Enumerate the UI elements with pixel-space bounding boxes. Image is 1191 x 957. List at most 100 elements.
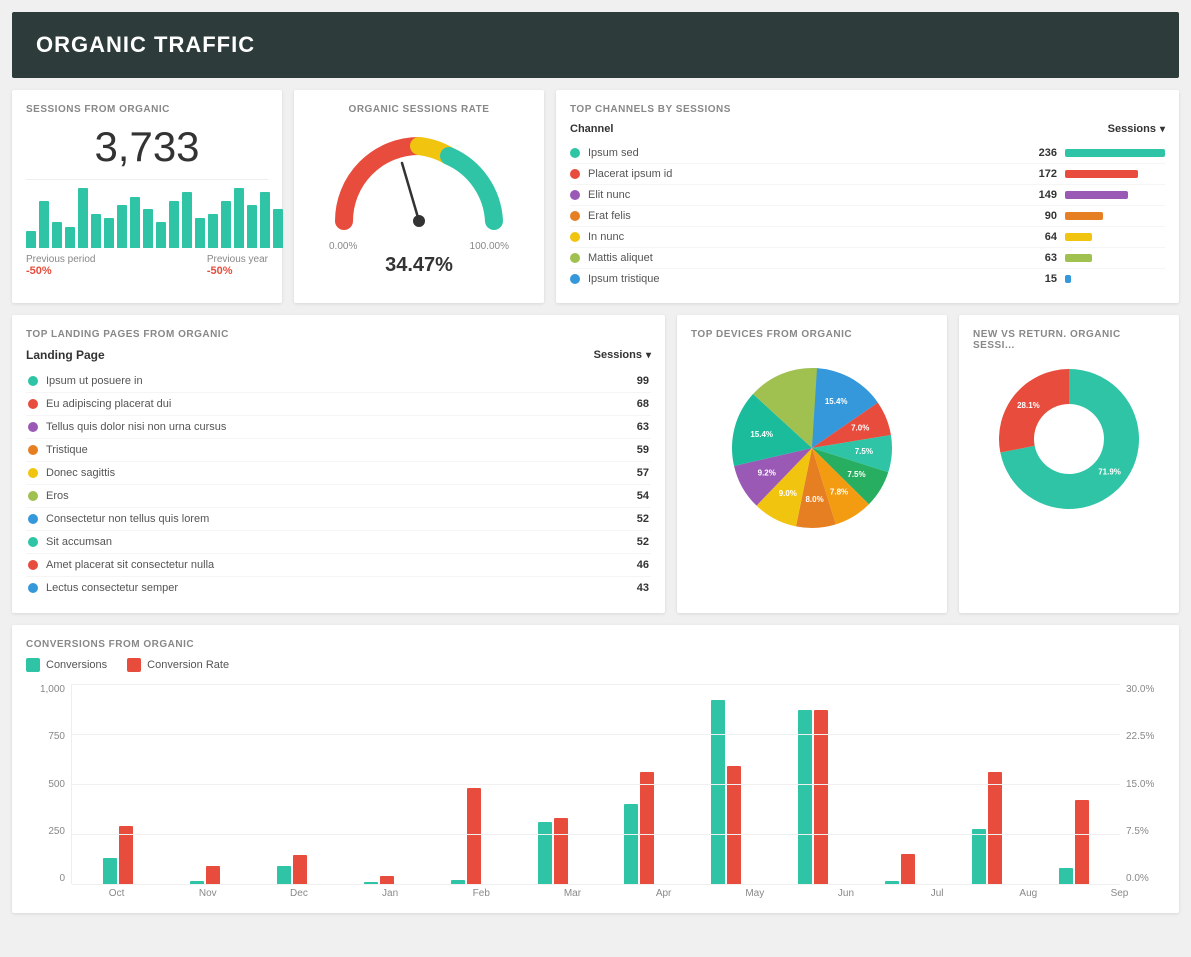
y-axis-label: 250: [48, 826, 65, 837]
x-label: May: [709, 888, 800, 899]
landing-name: Donec sagittis: [46, 467, 637, 479]
mini-bar: [104, 218, 114, 248]
gauge-container: [329, 131, 509, 241]
channels-sessions-col[interactable]: Sessions ▾: [1108, 123, 1165, 135]
channel-dot: [570, 232, 580, 242]
landing-row: Tellus quis dolor nisi non urna cursus 6…: [26, 416, 651, 439]
landing-page-col: Landing Page: [26, 348, 105, 362]
landing-row: Donec sagittis 57: [26, 462, 651, 485]
landing-dot: [28, 399, 38, 409]
svg-text:71.9%: 71.9%: [1098, 467, 1121, 476]
previous-period-label: Previous period: [26, 254, 95, 265]
channel-bar-wrap: [1065, 233, 1165, 241]
channel-bar: [1065, 233, 1092, 241]
mini-bar: [208, 214, 218, 248]
svg-text:9.2%: 9.2%: [758, 469, 776, 478]
x-label: Oct: [71, 888, 162, 899]
landing-name: Sit accumsan: [46, 536, 637, 548]
channel-row: Ipsum sed 236: [570, 143, 1165, 164]
landing-card-title: TOP LANDING PAGES FROM ORGANIC: [26, 329, 651, 340]
y-axis-right-label: 30.0%: [1126, 684, 1154, 695]
legend-item: Conversion Rate: [127, 658, 229, 672]
mini-bar: [143, 209, 153, 248]
previous-year-label: Previous year: [207, 254, 268, 265]
mini-bar: [39, 201, 49, 248]
channel-bar: [1065, 170, 1138, 178]
channel-dot: [570, 169, 580, 179]
channel-row: Elit nunc 149: [570, 185, 1165, 206]
legend-item: Conversions: [26, 658, 107, 672]
return-pie-wrap: 71.9%28.1%: [973, 359, 1165, 519]
channel-value: 63: [1027, 252, 1057, 264]
landing-row: Sit accumsan 52: [26, 531, 651, 554]
landing-rows: Ipsum ut posuere in 99 Eu adipiscing pla…: [26, 370, 651, 599]
mini-bar: [52, 222, 62, 248]
x-label: Jun: [800, 888, 891, 899]
landing-row: Tristique 59: [26, 439, 651, 462]
chevron-down-icon: ▾: [1160, 124, 1165, 135]
landing-dot: [28, 537, 38, 547]
svg-text:9.0%: 9.0%: [779, 489, 797, 498]
landing-value: 54: [637, 490, 649, 502]
landing-sessions-col[interactable]: Sessions ▾: [594, 349, 651, 361]
channels-rows: Ipsum sed 236 Placerat ipsum id 172 Elit…: [570, 143, 1165, 289]
y-axis-right: 30.0%22.5%15.0%7.5%0.0%: [1120, 684, 1165, 884]
mini-bar: [117, 205, 127, 248]
previous-period-delta: -50%: [26, 265, 95, 277]
landing-dot: [28, 445, 38, 455]
chart-legend: Conversions Conversion Rate: [26, 658, 1165, 672]
landing-row: Amet placerat sit consectetur nulla 46: [26, 554, 651, 577]
return-card: NEW VS RETURN. ORGANIC SESSI... 71.9%28.…: [959, 315, 1179, 613]
svg-text:7.8%: 7.8%: [830, 488, 848, 497]
gauge-max-label: 100.00%: [470, 241, 509, 252]
gauge-labels: 0.00% 100.00%: [329, 241, 509, 252]
mini-bar: [130, 197, 140, 248]
return-pie-svg: 71.9%28.1%: [989, 359, 1149, 519]
landing-dot: [28, 491, 38, 501]
landing-value: 63: [637, 421, 649, 433]
mini-bar: [234, 188, 244, 248]
channel-value: 172: [1027, 168, 1057, 180]
legend-label: Conversion Rate: [147, 659, 229, 671]
svg-text:15.4%: 15.4%: [825, 397, 848, 406]
channels-header: Channel Sessions ▾: [570, 123, 1165, 135]
landing-value: 99: [637, 375, 649, 387]
landing-name: Amet placerat sit consectetur nulla: [46, 559, 637, 571]
gauge-percent: 34.47%: [385, 254, 453, 277]
y-axis-label: 0: [59, 873, 65, 884]
channels-card-title: TOP CHANNELS BY SESSIONS: [570, 104, 1165, 115]
channel-row: Erat felis 90: [570, 206, 1165, 227]
x-label: Dec: [253, 888, 344, 899]
gauge-min-label: 0.00%: [329, 241, 357, 252]
gauge-svg: [329, 131, 509, 241]
channel-value: 15: [1027, 273, 1057, 285]
channel-name: Elit nunc: [588, 189, 1027, 201]
devices-card: TOP DEVICES FROM ORGANIC 15.4%7.0%7.5%7.…: [677, 315, 947, 613]
landing-value: 52: [637, 513, 649, 525]
channel-value: 90: [1027, 210, 1057, 222]
channel-dot: [570, 211, 580, 221]
legend-color: [127, 658, 141, 672]
conversions-card-title: CONVERSIONS FROM ORGANIC: [26, 639, 1165, 650]
landing-card: TOP LANDING PAGES FROM ORGANIC Landing P…: [12, 315, 665, 613]
grid-line: [72, 684, 1120, 685]
mini-bar: [273, 209, 283, 248]
mini-bar: [221, 201, 231, 248]
landing-value: 46: [637, 559, 649, 571]
y-axis-label: 500: [48, 779, 65, 790]
previous-period: Previous period -50%: [26, 254, 95, 277]
channel-bar-wrap: [1065, 191, 1165, 199]
landing-dot: [28, 514, 38, 524]
landing-value: 43: [637, 582, 649, 594]
mini-bars: [26, 188, 268, 248]
x-label: Apr: [618, 888, 709, 899]
x-labels: OctNovDecJanFebMarAprMayJunJulAugSep: [71, 888, 1165, 899]
y-axis-right-label: 7.5%: [1126, 826, 1149, 837]
landing-header: Landing Page Sessions ▾: [26, 348, 651, 362]
return-card-title: NEW VS RETURN. ORGANIC SESSI...: [973, 329, 1165, 351]
landing-dot: [28, 422, 38, 432]
channel-bar-wrap: [1065, 275, 1165, 283]
channel-bar: [1065, 191, 1128, 199]
y-axis-left: 1,0007505002500: [26, 684, 71, 884]
sessions-card-title: SESSIONS FROM ORGANIC: [26, 104, 268, 115]
